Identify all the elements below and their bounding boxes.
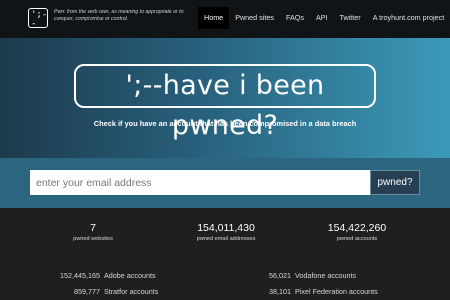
logo-glyph: ';-- [31, 10, 48, 29]
site-tagline: Pwn: from the verb own, as meaning to ap… [54, 9, 184, 22]
stat-label: pwned websites [73, 236, 113, 242]
site-title: ';--have i been pwned? [125, 70, 325, 141]
nav-menu: Home Pwned sites FAQs API Twitter A troy… [198, 7, 450, 29]
stat-label: pwned accounts [336, 236, 378, 242]
pwned-check-button[interactable]: pwned? [370, 170, 420, 195]
stat-label: pwned email addresses [196, 236, 256, 242]
stats-section: 7 pwned websites 154,011,430 pwned email… [0, 208, 450, 300]
breach-row-pixel-federation[interactable]: 38,101 Pixel Federation accounts [0, 286, 378, 298]
stat-pwned-email-addresses: 154,011,430 pwned email addresses [166, 222, 286, 244]
nav-item-home[interactable]: Home [198, 7, 230, 29]
nav-item-api[interactable]: API [310, 7, 334, 29]
site-logo-icon[interactable]: ';-- [28, 8, 48, 29]
breach-name[interactable]: Pixel Federation accounts [295, 286, 378, 298]
stat-pwned-accounts: 154,422,260 pwned accounts [297, 222, 417, 244]
breach-count: 56,021 [269, 271, 291, 280]
stat-value: 7 [90, 222, 96, 234]
breach-row-vodafone[interactable]: 56,021 Vodafone accounts [0, 270, 356, 282]
email-search-input[interactable] [30, 170, 370, 195]
nav-item-troyhunt-project[interactable]: A troyhunt.com project [367, 7, 450, 29]
stat-value: 154,422,260 [327, 222, 387, 234]
nav-item-pwned-sites[interactable]: Pwned sites [229, 7, 280, 29]
stat-pwned-websites: 7 pwned websites [33, 222, 153, 244]
nav-item-faqs[interactable]: FAQs [280, 7, 310, 29]
top-navbar: ';-- Pwn: from the verb own, as meaning … [0, 0, 450, 38]
nav-item-twitter[interactable]: Twitter [334, 7, 367, 29]
breach-count: 38,101 [269, 287, 291, 296]
breach-name[interactable]: Vodafone accounts [295, 270, 356, 282]
hero-subtitle: Check if you have an account that has be… [93, 119, 357, 128]
site-title-box: ';--have i been pwned? [74, 64, 376, 141]
stat-value: 154,011,430 [197, 222, 255, 234]
hero-banner: ';--have i been pwned? Check if you have… [0, 38, 450, 158]
search-strip: pwned? [0, 158, 450, 208]
